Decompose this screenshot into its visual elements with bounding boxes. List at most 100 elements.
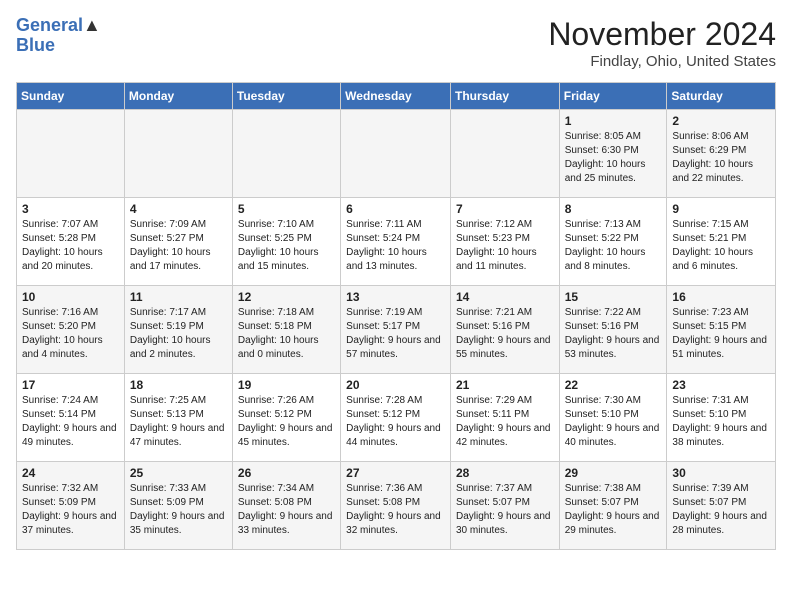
day-number: 22 [565, 378, 662, 392]
day-number: 21 [456, 378, 554, 392]
day-info: Sunrise: 7:16 AM Sunset: 5:20 PM Dayligh… [22, 306, 119, 362]
day-number: 7 [456, 202, 554, 216]
day-number: 25 [130, 466, 227, 480]
day-number: 6 [346, 202, 445, 216]
calendar-cell: 7 Sunrise: 7:12 AM Sunset: 5:23 PM Daylig… [450, 198, 559, 286]
day-info: Sunrise: 7:37 AM Sunset: 5:07 PM Dayligh… [456, 482, 554, 538]
day-info: Sunrise: 7:07 AM Sunset: 5:28 PM Dayligh… [22, 218, 119, 274]
day-info: Sunrise: 7:36 AM Sunset: 5:08 PM Dayligh… [346, 482, 445, 538]
day-info: Sunrise: 7:19 AM Sunset: 5:17 PM Dayligh… [346, 306, 445, 362]
calendar-cell: 30 Sunrise: 7:39 AM Sunset: 5:07 PM Dayli… [667, 462, 776, 550]
day-number: 29 [565, 466, 662, 480]
calendar-cell [341, 110, 451, 198]
day-number: 12 [238, 290, 335, 304]
day-number: 8 [565, 202, 662, 216]
day-number: 26 [238, 466, 335, 480]
day-info: Sunrise: 7:12 AM Sunset: 5:23 PM Dayligh… [456, 218, 554, 274]
calendar-cell [232, 110, 340, 198]
day-info: Sunrise: 7:32 AM Sunset: 5:09 PM Dayligh… [22, 482, 119, 538]
day-info: Sunrise: 7:28 AM Sunset: 5:12 PM Dayligh… [346, 394, 445, 450]
page-header: General▲ Blue November 2024 Findlay, Ohi… [16, 16, 776, 70]
calendar-cell [450, 110, 559, 198]
calendar-header-row: SundayMondayTuesdayWednesdayThursdayFrid… [17, 83, 776, 110]
calendar-cell: 26 Sunrise: 7:34 AM Sunset: 5:08 PM Dayli… [232, 462, 340, 550]
calendar-cell: 22 Sunrise: 7:30 AM Sunset: 5:10 PM Dayli… [559, 374, 667, 462]
calendar-cell: 24 Sunrise: 7:32 AM Sunset: 5:09 PM Dayli… [17, 462, 125, 550]
day-number: 2 [672, 114, 770, 128]
day-number: 30 [672, 466, 770, 480]
calendar-cell: 3 Sunrise: 7:07 AM Sunset: 5:28 PM Daylig… [17, 198, 125, 286]
day-info: Sunrise: 7:38 AM Sunset: 5:07 PM Dayligh… [565, 482, 662, 538]
day-number: 11 [130, 290, 227, 304]
calendar-cell: 27 Sunrise: 7:36 AM Sunset: 5:08 PM Dayli… [341, 462, 451, 550]
calendar-week-5: 24 Sunrise: 7:32 AM Sunset: 5:09 PM Dayli… [17, 462, 776, 550]
day-info: Sunrise: 7:25 AM Sunset: 5:13 PM Dayligh… [130, 394, 227, 450]
calendar-cell: 25 Sunrise: 7:33 AM Sunset: 5:09 PM Dayli… [124, 462, 232, 550]
day-info: Sunrise: 7:34 AM Sunset: 5:08 PM Dayligh… [238, 482, 335, 538]
header-thursday: Thursday [450, 83, 559, 110]
day-info: Sunrise: 7:24 AM Sunset: 5:14 PM Dayligh… [22, 394, 119, 450]
day-info: Sunrise: 7:15 AM Sunset: 5:21 PM Dayligh… [672, 218, 770, 274]
header-friday: Friday [559, 83, 667, 110]
day-number: 20 [346, 378, 445, 392]
calendar-cell: 8 Sunrise: 7:13 AM Sunset: 5:22 PM Daylig… [559, 198, 667, 286]
day-number: 1 [565, 114, 662, 128]
calendar-cell: 23 Sunrise: 7:31 AM Sunset: 5:10 PM Dayli… [667, 374, 776, 462]
calendar-cell: 19 Sunrise: 7:26 AM Sunset: 5:12 PM Dayli… [232, 374, 340, 462]
day-number: 4 [130, 202, 227, 216]
day-number: 23 [672, 378, 770, 392]
calendar-cell: 17 Sunrise: 7:24 AM Sunset: 5:14 PM Dayli… [17, 374, 125, 462]
day-info: Sunrise: 7:13 AM Sunset: 5:22 PM Dayligh… [565, 218, 662, 274]
day-number: 13 [346, 290, 445, 304]
day-number: 17 [22, 378, 119, 392]
day-info: Sunrise: 7:10 AM Sunset: 5:25 PM Dayligh… [238, 218, 335, 274]
calendar-week-1: 1Sunrise: 8:05 AM Sunset: 6:30 PM Daylig… [17, 110, 776, 198]
calendar-table: SundayMondayTuesdayWednesdayThursdayFrid… [16, 82, 776, 550]
calendar-cell: 15 Sunrise: 7:22 AM Sunset: 5:16 PM Dayli… [559, 286, 667, 374]
calendar-cell: 4 Sunrise: 7:09 AM Sunset: 5:27 PM Daylig… [124, 198, 232, 286]
day-info: Sunrise: 7:30 AM Sunset: 5:10 PM Dayligh… [565, 394, 662, 450]
day-number: 19 [238, 378, 335, 392]
header-monday: Monday [124, 83, 232, 110]
location: Findlay, Ohio, United States [548, 53, 776, 70]
calendar-cell: 13 Sunrise: 7:19 AM Sunset: 5:17 PM Dayli… [341, 286, 451, 374]
calendar-week-2: 3 Sunrise: 7:07 AM Sunset: 5:28 PM Daylig… [17, 198, 776, 286]
day-number: 24 [22, 466, 119, 480]
title-area: November 2024 Findlay, Ohio, United Stat… [548, 16, 776, 70]
day-number: 28 [456, 466, 554, 480]
header-tuesday: Tuesday [232, 83, 340, 110]
day-info: Sunrise: 7:11 AM Sunset: 5:24 PM Dayligh… [346, 218, 445, 274]
day-info: Sunrise: 7:22 AM Sunset: 5:16 PM Dayligh… [565, 306, 662, 362]
day-info: Sunrise: 8:06 AM Sunset: 6:29 PM Dayligh… [672, 130, 770, 186]
day-info: Sunrise: 7:31 AM Sunset: 5:10 PM Dayligh… [672, 394, 770, 450]
day-info: Sunrise: 7:17 AM Sunset: 5:19 PM Dayligh… [130, 306, 227, 362]
day-number: 16 [672, 290, 770, 304]
day-number: 5 [238, 202, 335, 216]
calendar-week-3: 10 Sunrise: 7:16 AM Sunset: 5:20 PM Dayli… [17, 286, 776, 374]
day-info: Sunrise: 7:23 AM Sunset: 5:15 PM Dayligh… [672, 306, 770, 362]
calendar-cell: 1Sunrise: 8:05 AM Sunset: 6:30 PM Daylig… [559, 110, 667, 198]
day-info: Sunrise: 7:33 AM Sunset: 5:09 PM Dayligh… [130, 482, 227, 538]
calendar-cell: 16 Sunrise: 7:23 AM Sunset: 5:15 PM Dayli… [667, 286, 776, 374]
day-number: 14 [456, 290, 554, 304]
day-info: Sunrise: 7:09 AM Sunset: 5:27 PM Dayligh… [130, 218, 227, 274]
calendar-week-4: 17 Sunrise: 7:24 AM Sunset: 5:14 PM Dayli… [17, 374, 776, 462]
calendar-cell: 21Sunrise: 7:29 AM Sunset: 5:11 PM Dayli… [450, 374, 559, 462]
day-info: Sunrise: 7:21 AM Sunset: 5:16 PM Dayligh… [456, 306, 554, 362]
calendar-cell: 9Sunrise: 7:15 AM Sunset: 5:21 PM Daylig… [667, 198, 776, 286]
header-saturday: Saturday [667, 83, 776, 110]
calendar-cell: 28 Sunrise: 7:37 AM Sunset: 5:07 PM Dayli… [450, 462, 559, 550]
day-number: 3 [22, 202, 119, 216]
day-info: Sunrise: 7:18 AM Sunset: 5:18 PM Dayligh… [238, 306, 335, 362]
calendar-cell: 5 Sunrise: 7:10 AM Sunset: 5:25 PM Daylig… [232, 198, 340, 286]
day-info: Sunrise: 7:39 AM Sunset: 5:07 PM Dayligh… [672, 482, 770, 538]
day-info: Sunrise: 7:26 AM Sunset: 5:12 PM Dayligh… [238, 394, 335, 450]
calendar-cell [17, 110, 125, 198]
day-number: 18 [130, 378, 227, 392]
day-number: 27 [346, 466, 445, 480]
day-number: 15 [565, 290, 662, 304]
calendar-cell: 11 Sunrise: 7:17 AM Sunset: 5:19 PM Dayli… [124, 286, 232, 374]
day-number: 10 [22, 290, 119, 304]
month-title: November 2024 [548, 16, 776, 53]
calendar-cell: 20 Sunrise: 7:28 AM Sunset: 5:12 PM Dayli… [341, 374, 451, 462]
